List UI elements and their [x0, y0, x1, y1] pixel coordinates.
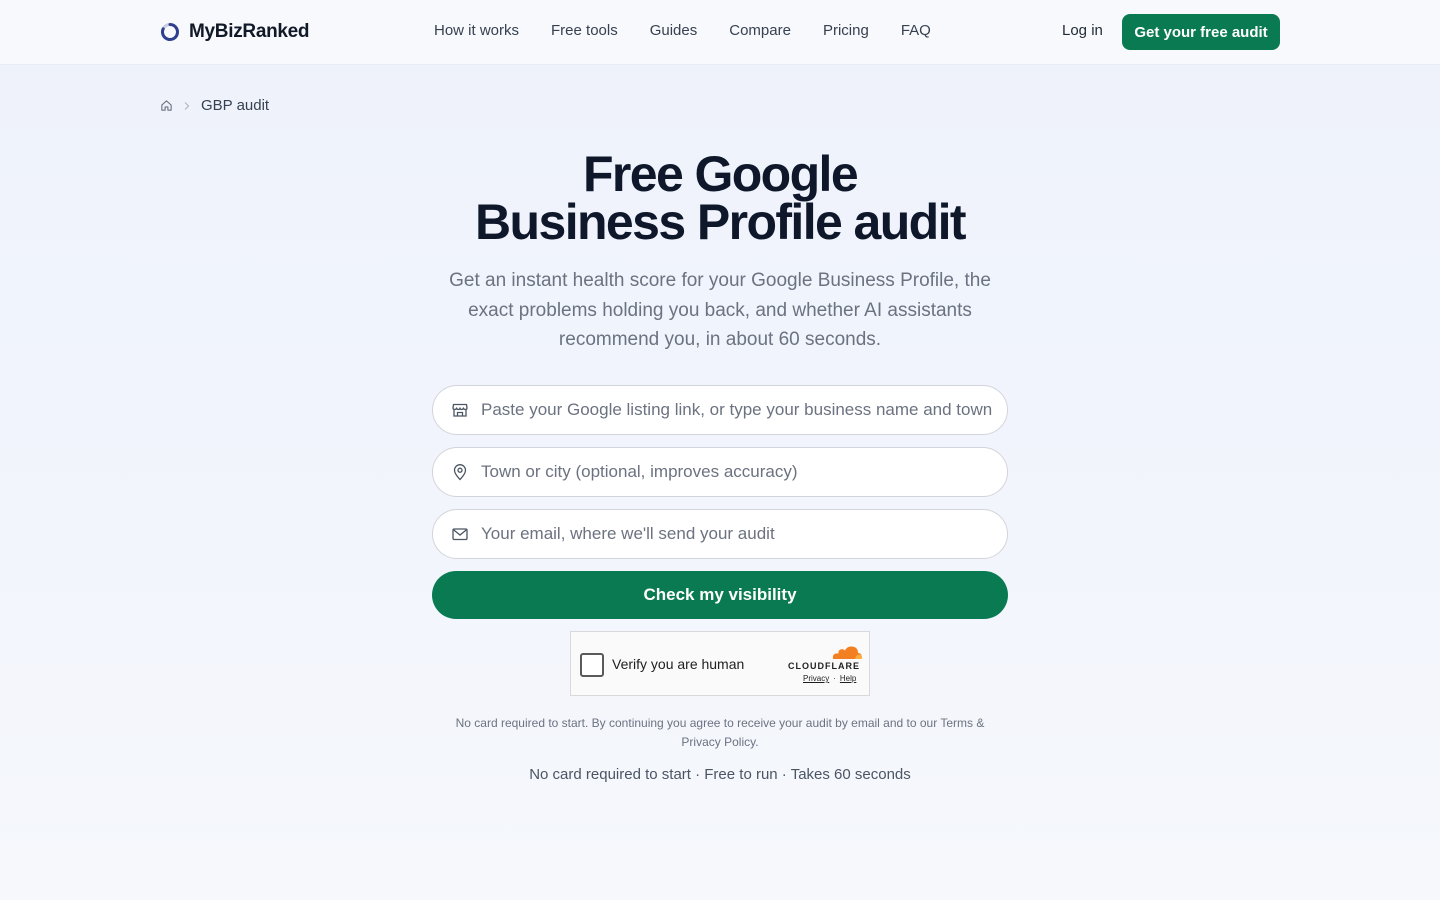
nav-faq[interactable]: FAQ: [901, 22, 931, 39]
page-subtitle: Get an instant health score for your Goo…: [449, 270, 991, 350]
tagline: No card required to start · Free to run …: [529, 766, 911, 783]
listing-input[interactable]: [481, 386, 1007, 434]
legal-end: .: [755, 735, 759, 749]
brand-logo-link[interactable]: MyBizRanked: [160, 19, 310, 45]
main-nav: How it works Free tools Guides Compare P…: [434, 22, 931, 39]
breadcrumb: GBP audit: [160, 97, 269, 114]
captcha-widget: Verify you are human CLOUDFLARE Privacy …: [570, 631, 870, 696]
listing-field: [432, 385, 1008, 435]
brand-name: MyBizRanked: [189, 21, 310, 42]
page-title-line-1: Free Google: [582, 146, 859, 202]
breadcrumb-current: GBP audit: [201, 97, 270, 114]
terms-link[interactable]: Terms: [940, 716, 973, 730]
town-field: [432, 447, 1008, 497]
legal-text: No card required to start. By continuing…: [455, 716, 938, 730]
storefront-icon: [451, 401, 469, 419]
legal-amp: &: [976, 716, 985, 730]
town-input[interactable]: [481, 448, 1007, 496]
nav-compare[interactable]: Compare: [729, 22, 791, 39]
captcha-links: Privacy · Help: [803, 674, 856, 683]
check-visibility-button[interactable]: Check my visibility: [432, 571, 1008, 619]
nav-how-it-works[interactable]: How it works: [434, 22, 519, 39]
captcha-privacy-link[interactable]: Privacy: [803, 674, 829, 683]
email-field: [432, 509, 1008, 559]
get-free-audit-button[interactable]: Get your free audit: [1122, 14, 1280, 50]
legal-notice: No card required to start. By continuing…: [432, 714, 1008, 752]
captcha-help-link[interactable]: Help: [840, 674, 856, 683]
captcha-label: Verify you are human: [612, 656, 745, 672]
page-title: Free Google Business Profile audit: [320, 146, 1120, 250]
ring-logo-icon: [161, 23, 179, 41]
mail-icon: [451, 525, 469, 543]
nav-guides[interactable]: Guides: [650, 22, 698, 39]
login-link[interactable]: Log in: [1062, 22, 1103, 39]
page-title-line-2: Business Profile audit: [475, 194, 967, 250]
cloudflare-cloud-icon: [833, 646, 863, 659]
captcha-checkbox[interactable]: [580, 653, 604, 677]
nav-free-tools[interactable]: Free tools: [551, 22, 618, 39]
chevron-right-icon: [184, 101, 190, 110]
home-icon[interactable]: [160, 99, 173, 112]
cloudflare-wordmark: CLOUDFLARE: [788, 661, 860, 671]
site-header: MyBizRanked How it works Free tools Guid…: [0, 0, 1440, 65]
email-input[interactable]: [481, 510, 1007, 558]
map-pin-icon: [451, 463, 469, 481]
privacy-policy-link[interactable]: Privacy Policy: [681, 735, 755, 749]
captcha-link-separator: ·: [833, 674, 836, 683]
nav-pricing[interactable]: Pricing: [823, 22, 869, 39]
